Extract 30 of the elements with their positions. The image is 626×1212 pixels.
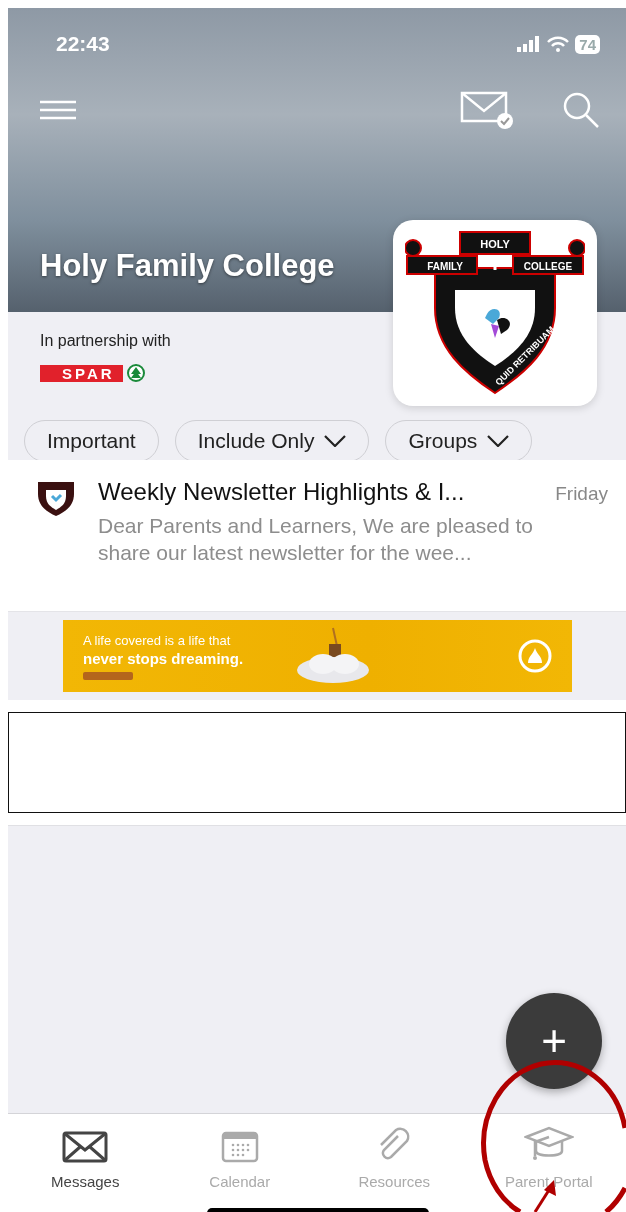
crest-banner-text: FAMILY [427, 261, 463, 272]
add-button[interactable]: + [506, 993, 602, 1089]
ad-headline: never stops dreaming. [83, 649, 245, 667]
message-date: Friday [555, 483, 608, 505]
crest-banner-text: COLLEGE [523, 261, 573, 272]
calendar-icon [220, 1131, 259, 1163]
chevron-down-icon [487, 434, 510, 447]
filter-chip[interactable]: Important [24, 419, 159, 462]
mail-check-icon[interactable] [460, 90, 516, 130]
wifi-icon [547, 36, 570, 52]
heart-emblem-icon [485, 309, 510, 338]
menu-icon[interactable] [40, 99, 76, 121]
filter-dropdown[interactable]: Groups [385, 419, 533, 462]
tab-button[interactable]: Messages [25, 1122, 146, 1190]
flame-logo-icon [518, 639, 552, 673]
filter-dropdown[interactable]: Include Only [174, 419, 370, 462]
sponsor-logo: SPAR [40, 364, 123, 382]
search-icon[interactable] [562, 91, 600, 129]
status-time: 22:43 [56, 32, 110, 56]
learn-more-button[interactable] [83, 671, 133, 680]
signal-icon [517, 36, 542, 52]
tree-icon [126, 364, 145, 382]
message-title[interactable]: Weekly Newsletter Highlights & I... [98, 478, 465, 506]
chevron-down-icon [324, 434, 347, 447]
graduation-cap-icon [523, 1125, 574, 1163]
crest-banner-text: HOLY [480, 238, 510, 250]
school-title: Holy Family College [40, 248, 335, 284]
envelope-icon [62, 1131, 109, 1163]
ad-headline: A life covered is a life that [83, 632, 232, 648]
message-preview: Dear Parents and Learners, We are pleased to share our latest newsletter for the wee... [98, 513, 535, 566]
